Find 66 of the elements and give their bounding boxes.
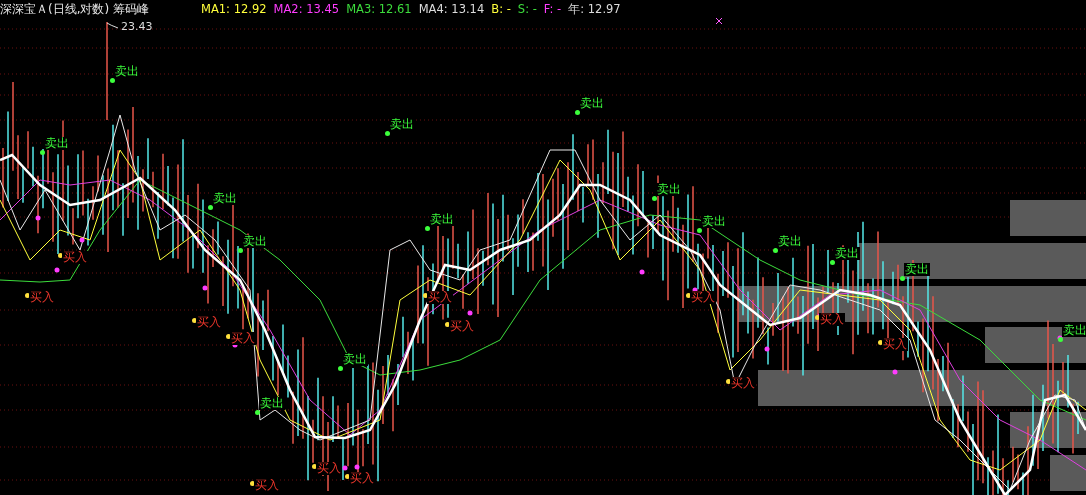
sell-signal-label: 卖出: [342, 353, 368, 366]
sell-dot-icon: [385, 131, 390, 136]
sell-dot-icon: [110, 78, 115, 83]
buy-signal-label: 买入: [427, 291, 453, 304]
sell-dot-icon: [900, 276, 905, 281]
indicator-value: MA4: 13.14: [418, 2, 485, 16]
buy-signal-label: 买入: [196, 316, 222, 329]
marker-dot-icon: [892, 369, 898, 375]
peak-price-label: 23.43: [121, 20, 153, 33]
indicator-value: MA1: 12.92: [201, 2, 267, 16]
sell-signal-label: 卖出: [242, 235, 268, 248]
sell-signal-label: 卖出: [114, 65, 140, 78]
sell-dot-icon: [575, 110, 580, 115]
buy-signal-label: 买入: [62, 251, 88, 264]
sell-signal-label: 卖出: [777, 235, 803, 248]
sell-signal-label: 卖出: [44, 137, 70, 150]
marker-dot-icon: [202, 285, 208, 291]
indicator-value: MA3: 12.61: [346, 2, 412, 16]
sell-dot-icon: [255, 410, 260, 415]
marker-dot-icon: [342, 465, 348, 471]
sell-dot-icon: [697, 228, 702, 233]
cross-marker-icon: [715, 17, 723, 25]
marker-dot-icon: [692, 287, 698, 293]
marker-dot-icon: [54, 267, 60, 273]
indicator-value: 年: 12.97: [568, 1, 621, 17]
buy-signal-label: 买入: [819, 313, 845, 326]
sell-dot-icon: [830, 260, 835, 265]
sell-signal-label: 卖出: [579, 97, 605, 110]
sell-signal-label: 卖出: [904, 263, 930, 276]
buy-signal-label: 买入: [349, 472, 375, 485]
sell-signal-label: 卖出: [834, 247, 860, 260]
marker-dot-icon: [354, 464, 360, 470]
buy-signal-label: 买入: [29, 291, 55, 304]
buy-signal-label: 买入: [316, 462, 342, 475]
buy-signal-label: 买入: [230, 332, 256, 345]
marker-dot-icon: [639, 269, 645, 275]
sell-signal-label: 卖出: [389, 118, 415, 131]
buy-signal-label: 买入: [449, 320, 475, 333]
marker-dot-icon: [764, 346, 770, 352]
leader-line: [106, 22, 119, 29]
chart-title: 深深宝Ａ(日线,对数) 筹码峰: [0, 0, 149, 18]
buy-signal-label: 买入: [730, 377, 756, 390]
sell-signal-label: 卖出: [701, 215, 727, 228]
sell-dot-icon: [773, 248, 778, 253]
sell-signal-label: 卖出: [656, 183, 682, 196]
sell-signal-label: 卖出: [212, 192, 238, 205]
sell-dot-icon: [208, 205, 213, 210]
sell-signal-label: 卖出: [429, 213, 455, 226]
sell-signal-label: 卖出: [1062, 324, 1086, 337]
indicator-value: B: -: [491, 2, 511, 16]
marker-dot-icon: [35, 215, 41, 221]
sell-dot-icon: [40, 150, 45, 155]
indicator-value: MA2: 13.45: [273, 2, 340, 16]
buy-signal-label: 买入: [254, 479, 280, 492]
sell-dot-icon: [338, 366, 343, 371]
sell-dot-icon: [238, 248, 243, 253]
marker-dot-icon: [79, 237, 85, 243]
marker-dot-icon: [467, 310, 473, 316]
buy-signal-label: 买入: [882, 338, 908, 351]
buy-signal-label: 买入: [690, 291, 716, 304]
chip-bar: [1050, 455, 1086, 491]
indicator-value: F: -: [543, 2, 562, 16]
sell-dot-icon: [652, 196, 657, 201]
indicator-value: S: -: [517, 2, 537, 16]
sell-dot-icon: [425, 226, 430, 231]
sell-signal-label: 卖出: [259, 397, 285, 410]
